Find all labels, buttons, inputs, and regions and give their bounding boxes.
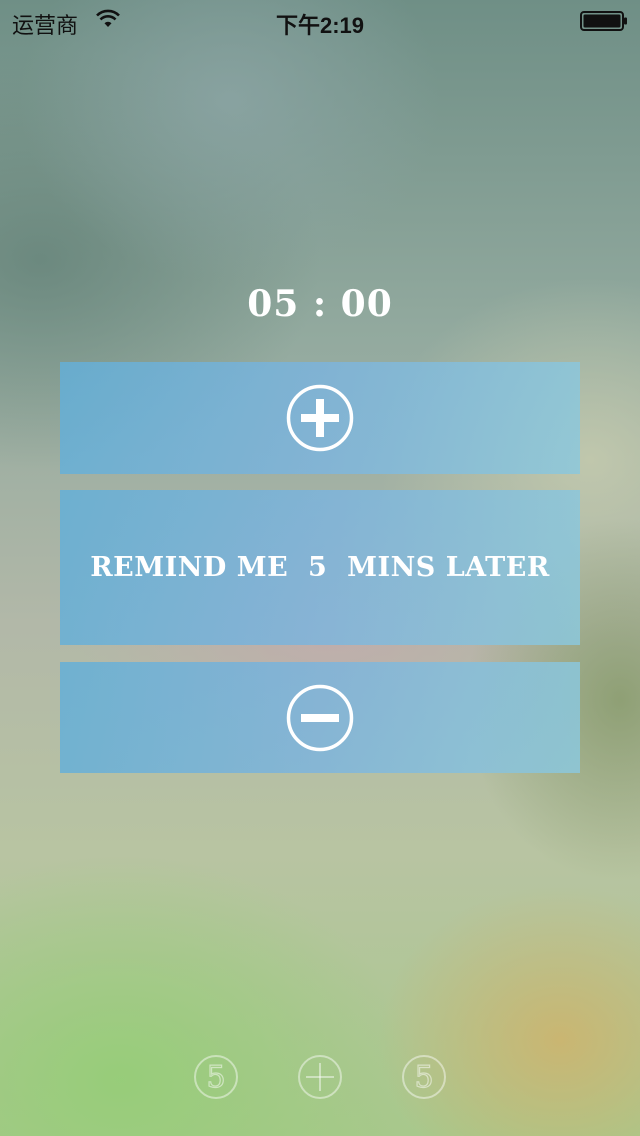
decrease-time-button[interactable] xyxy=(60,662,580,773)
dock-right-digit: 5 xyxy=(414,1060,433,1095)
remind-later-label: REMIND ME 5 MINS LATER xyxy=(90,552,550,583)
countdown-timer: 05 : 00 xyxy=(247,283,393,325)
plus-circle-icon xyxy=(286,384,354,452)
bottom-dock: 5 5 xyxy=(0,1054,640,1100)
status-bar: 运营商 下午2:19 xyxy=(0,0,640,40)
circled-five-icon[interactable]: 5 xyxy=(401,1054,447,1100)
status-time: 下午2:19 xyxy=(275,13,365,38)
increase-time-button[interactable] xyxy=(60,362,580,474)
battery-icon xyxy=(580,11,627,31)
plus-circle-icon[interactable] xyxy=(297,1054,343,1100)
remind-later-button[interactable]: REMIND ME 5 MINS LATER xyxy=(60,490,580,645)
dock-left-digit: 5 xyxy=(206,1060,225,1095)
minus-circle-icon xyxy=(286,684,354,751)
circled-five-icon[interactable]: 5 xyxy=(193,1054,239,1100)
